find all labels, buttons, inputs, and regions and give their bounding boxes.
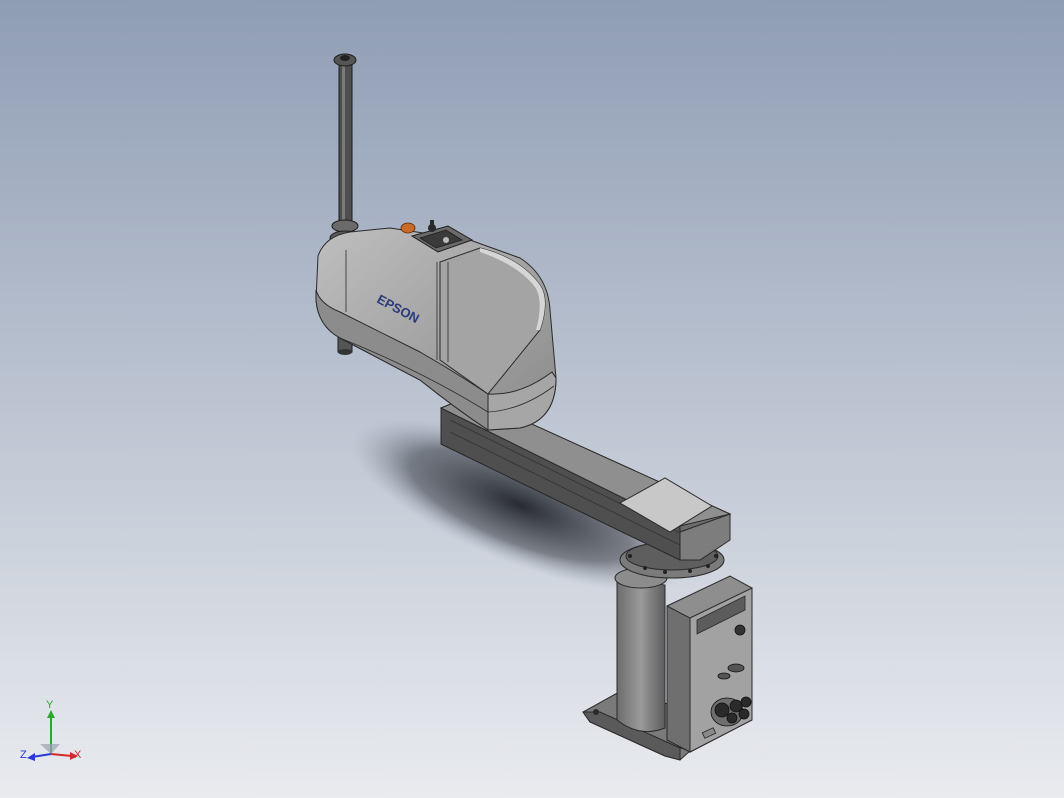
robot-arm-link-2: EPSON (315, 220, 557, 431)
y-axis-label: Y (46, 699, 54, 711)
coordinate-triad: Y Z X (18, 700, 88, 770)
brake-release-button (400, 222, 416, 234)
scara-robot-model[interactable]: EPSON (0, 0, 1064, 798)
connector-box (666, 575, 753, 753)
z-axis-label: Z (20, 749, 27, 761)
graphics-viewport[interactable]: EPSON Y Z X (0, 0, 1064, 798)
x-axis-arrow (50, 753, 73, 757)
x-axis-label: X (74, 749, 82, 761)
